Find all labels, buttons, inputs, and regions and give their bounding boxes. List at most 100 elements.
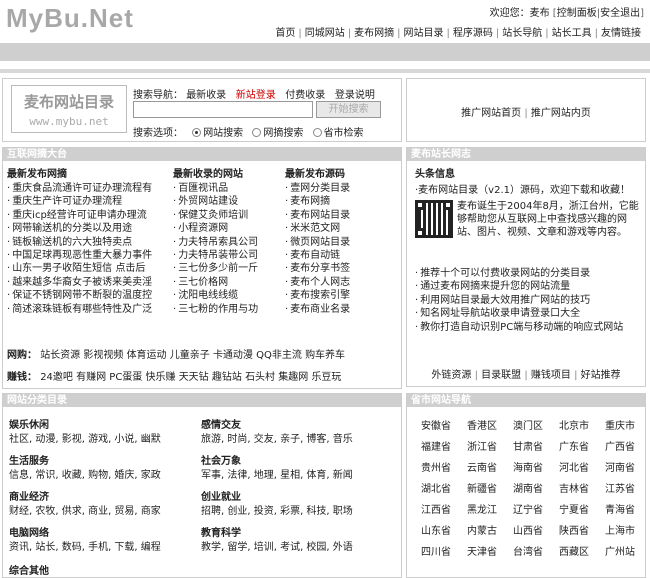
earning-link[interactable]: 快乐赚 bbox=[146, 372, 176, 383]
province-link[interactable]: 吉林省 bbox=[551, 479, 597, 500]
category-title[interactable]: 综合其他 bbox=[9, 562, 199, 577]
earning-link[interactable]: 石头村 bbox=[245, 372, 275, 383]
province-link[interactable]: 上海市 bbox=[597, 521, 643, 542]
earning-link[interactable]: 24邀吧 bbox=[40, 372, 73, 383]
province-link[interactable]: 浙江省 bbox=[459, 437, 505, 458]
shopping-link[interactable]: 体育运动 bbox=[127, 350, 167, 361]
category-links[interactable]: 军事, 法律, 地理, 星相, 体育, 新闻 bbox=[201, 466, 391, 481]
list-item[interactable]: 外贸网站建设 bbox=[173, 195, 281, 208]
search-button[interactable]: 开始搜索 bbox=[316, 101, 381, 118]
user-link[interactable]: 麦布 bbox=[530, 8, 550, 19]
category-title[interactable]: 商业经济 bbox=[9, 488, 199, 503]
list-item[interactable]: 力夫特吊索具公司 bbox=[173, 236, 281, 249]
nav-friend-links[interactable]: 友情链接 bbox=[598, 28, 644, 39]
province-link[interactable]: 澳门区 bbox=[505, 416, 551, 437]
province-link[interactable]: 广州站 bbox=[597, 542, 643, 563]
earning-link[interactable]: 集趣网 bbox=[278, 372, 308, 383]
nav-directory[interactable]: 网站目录 bbox=[401, 28, 447, 39]
recommended-sites-link[interactable]: 好站推荐 bbox=[581, 370, 621, 381]
headline-lead-link[interactable]: ·麦布网站目录（v2.1）源码，欢迎下载和收藏！ bbox=[415, 181, 630, 196]
category-title[interactable]: 娱乐休闲 bbox=[9, 416, 199, 431]
list-item[interactable]: 利用网站目录最大效用推广网站的技巧 bbox=[415, 294, 623, 307]
list-item[interactable]: 百匯视讯品 bbox=[173, 182, 281, 195]
province-link[interactable]: 山西省 bbox=[505, 521, 551, 542]
province-link[interactable]: 四川省 bbox=[413, 542, 459, 563]
directory-logo[interactable]: 麦布网站目录 www.mybu.net bbox=[11, 85, 127, 133]
category-links[interactable]: 招聘, 创业, 投资, 彩票, 科技, 职场 bbox=[201, 502, 391, 517]
list-item[interactable]: 三七粉的作用与功 bbox=[173, 303, 281, 316]
province-link[interactable]: 台湾省 bbox=[505, 542, 551, 563]
nav-home[interactable]: 首页 bbox=[272, 28, 298, 39]
site-logo[interactable]: MyBu.Net bbox=[6, 3, 134, 34]
province-link[interactable]: 香港区 bbox=[459, 416, 505, 437]
list-item[interactable]: 麦布个人网志 bbox=[285, 276, 397, 289]
province-link[interactable]: 天津省 bbox=[459, 542, 505, 563]
province-link[interactable]: 黑龙江 bbox=[459, 500, 505, 521]
list-item[interactable]: 网带输送机的分类以及用途 bbox=[7, 222, 167, 235]
category-title[interactable]: 感情交友 bbox=[201, 416, 391, 431]
list-item[interactable]: 教你打造自动识别PC端与移动端的响应式网站 bbox=[415, 321, 623, 334]
list-item[interactable]: 麦布商业名录 bbox=[285, 303, 397, 316]
list-item[interactable]: 小程资源网 bbox=[173, 222, 281, 235]
list-item[interactable]: 保健艾灸师培训 bbox=[173, 209, 281, 222]
province-link[interactable]: 云南省 bbox=[459, 458, 505, 479]
new-site-login-link[interactable]: 新站登录 bbox=[236, 90, 276, 101]
province-link[interactable]: 江西省 bbox=[413, 500, 459, 521]
earning-projects-link[interactable]: 赚钱项目 bbox=[531, 370, 571, 381]
province-link[interactable]: 贵州省 bbox=[413, 458, 459, 479]
list-item[interactable]: 重庆生产许可证办理流程 bbox=[7, 195, 167, 208]
radio-site-search[interactable] bbox=[192, 128, 202, 137]
earning-link[interactable]: 趣钻站 bbox=[212, 372, 242, 383]
province-link[interactable]: 广东省 bbox=[551, 437, 597, 458]
province-link[interactable]: 海南省 bbox=[505, 458, 551, 479]
category-title[interactable]: 电脑网络 bbox=[9, 524, 199, 539]
category-links[interactable]: 社区, 动漫, 影视, 游戏, 小说, 幽默 bbox=[9, 430, 199, 445]
list-item[interactable]: 重庆icp经营许可证申请办理流 bbox=[7, 209, 167, 222]
category-links[interactable]: 信息, 常识, 收藏, 购物, 婚庆, 家政 bbox=[9, 466, 199, 481]
list-item[interactable]: 重庆食品流通许可证办理流程有 bbox=[7, 182, 167, 195]
control-panel-link[interactable]: 控制面板 bbox=[557, 8, 597, 19]
list-item[interactable]: 通过麦布网摘来提升您的网站流量 bbox=[415, 280, 623, 293]
province-link[interactable]: 辽宁省 bbox=[505, 500, 551, 521]
list-item[interactable]: 保证不锈钢网带不断裂的温度控 bbox=[7, 289, 167, 302]
earning-link[interactable]: 有赚网 bbox=[76, 372, 106, 383]
province-link[interactable]: 青海省 bbox=[597, 500, 643, 521]
radio-bookmark-search[interactable] bbox=[252, 128, 262, 137]
province-link[interactable]: 河南省 bbox=[597, 458, 643, 479]
search-input[interactable] bbox=[133, 101, 313, 118]
shopping-link[interactable]: 购车养车 bbox=[305, 350, 345, 361]
province-link[interactable]: 广西省 bbox=[597, 437, 643, 458]
nav-local-sites[interactable]: 同城网站 bbox=[302, 28, 348, 39]
category-title[interactable]: 社会万象 bbox=[201, 452, 391, 467]
category-links[interactable]: 旅游, 时尚, 交友, 亲子, 博客, 音乐 bbox=[201, 430, 391, 445]
shopping-link[interactable]: QQ非主流 bbox=[256, 350, 302, 361]
list-item[interactable]: 沈阳电线线缆 bbox=[173, 289, 281, 302]
directory-alliance-link[interactable]: 目录联盟 bbox=[481, 370, 521, 381]
list-item[interactable]: 链板输送机的六大独特卖点 bbox=[7, 236, 167, 249]
list-item[interactable]: 麦布分享书签 bbox=[285, 262, 397, 275]
category-links[interactable]: 教学, 留学, 培训, 考试, 校园, 外语 bbox=[201, 538, 391, 553]
category-title[interactable]: 生活服务 bbox=[9, 452, 199, 467]
province-link[interactable]: 甘肃省 bbox=[505, 437, 551, 458]
list-item[interactable]: 三七价格网 bbox=[173, 276, 281, 289]
latest-included-link[interactable]: 最新收录 bbox=[186, 90, 226, 101]
list-item[interactable]: 米米范文网 bbox=[285, 222, 397, 235]
category-title[interactable]: 创业就业 bbox=[201, 488, 391, 503]
paid-inclusion-link[interactable]: 付费收录 bbox=[285, 90, 325, 101]
province-link[interactable]: 陕西省 bbox=[551, 521, 597, 542]
list-item[interactable]: 麦布自动链 bbox=[285, 249, 397, 262]
province-link[interactable]: 福建省 bbox=[413, 437, 459, 458]
earning-link[interactable]: PC蛋蛋 bbox=[109, 372, 142, 383]
login-help-link[interactable]: 登录说明 bbox=[335, 90, 375, 101]
earning-link[interactable]: 乐豆玩 bbox=[311, 372, 341, 383]
nav-webmaster-guide[interactable]: 站长导航 bbox=[499, 28, 545, 39]
list-item[interactable]: 知名网址导航站收录申请登录口大全 bbox=[415, 307, 623, 320]
logout-link[interactable]: 安全退出 bbox=[600, 8, 640, 19]
nav-webmaster-tools[interactable]: 站长工具 bbox=[549, 28, 595, 39]
category-links[interactable]: 财经, 农牧, 供求, 商业, 贸易, 商家 bbox=[9, 502, 199, 517]
list-item[interactable]: 简述滚珠链板有哪些特性及广泛 bbox=[7, 303, 167, 316]
province-link[interactable]: 山东省 bbox=[413, 521, 459, 542]
province-link[interactable]: 宁夏省 bbox=[551, 500, 597, 521]
province-link[interactable]: 湖南省 bbox=[505, 479, 551, 500]
province-link[interactable]: 新疆省 bbox=[459, 479, 505, 500]
